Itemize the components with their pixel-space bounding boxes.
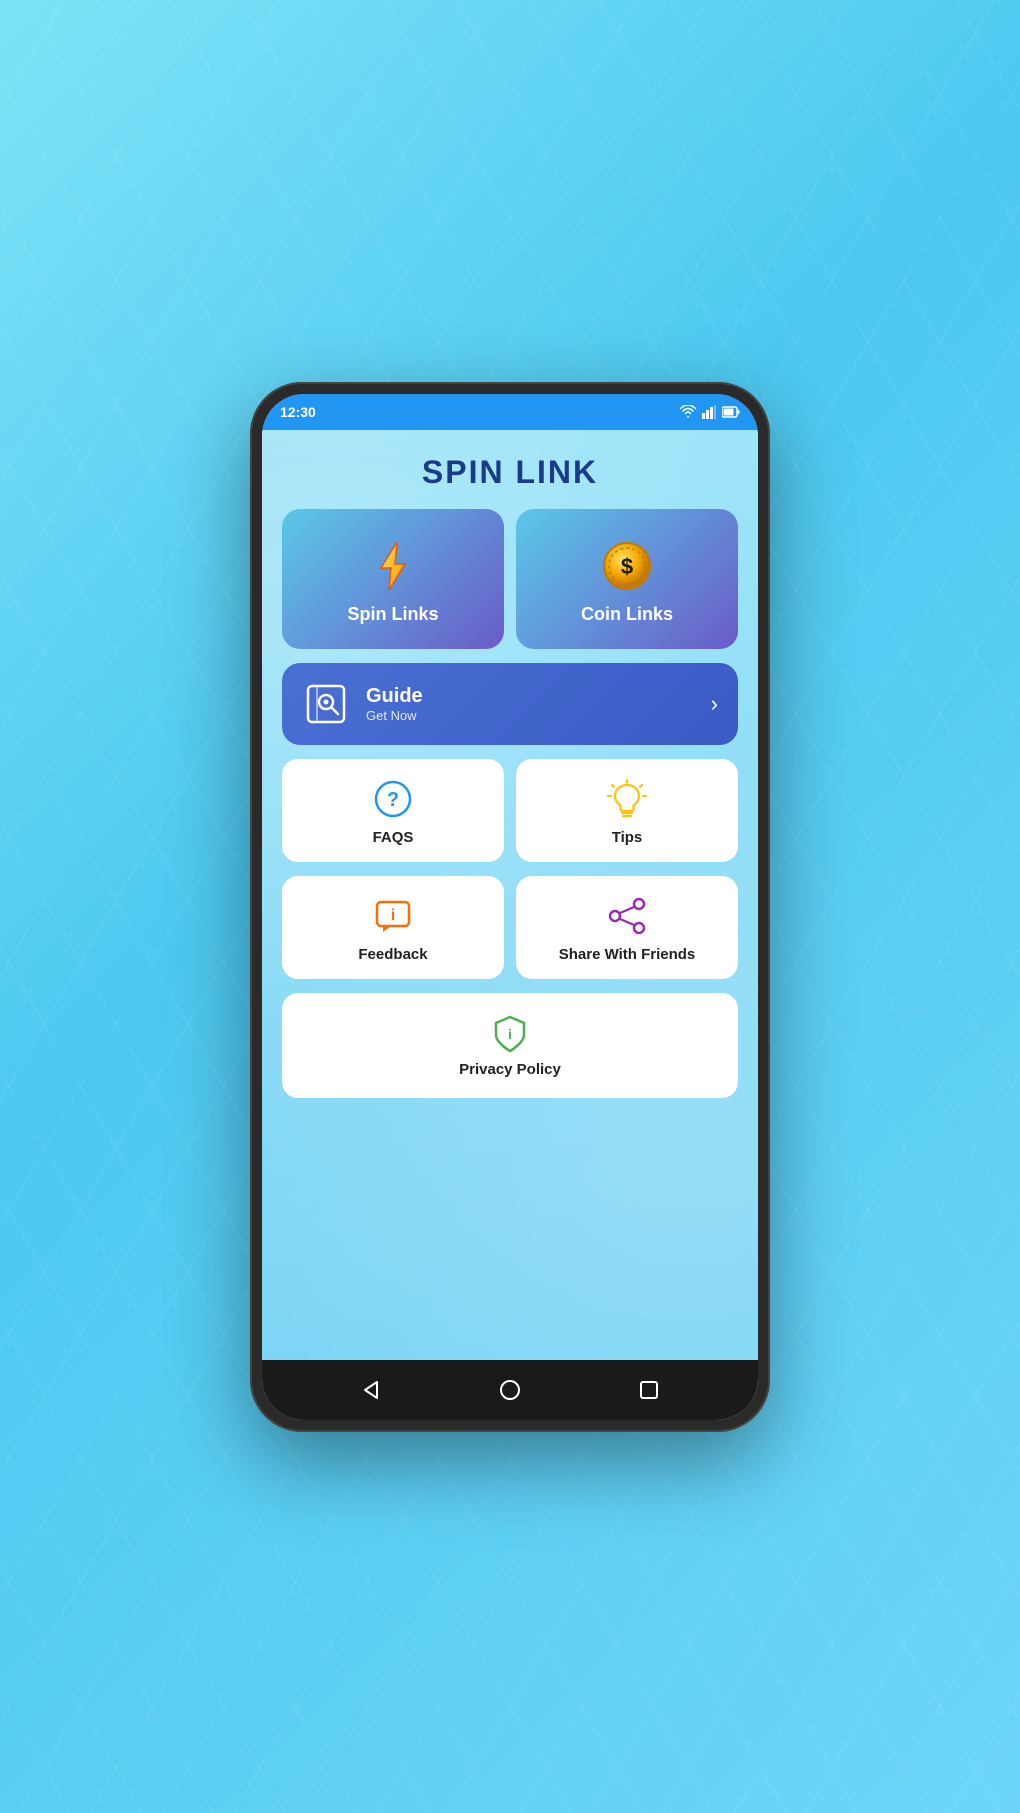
app-title: SPIN LINK — [282, 454, 738, 491]
phone-frame: 12:30 — [250, 382, 770, 1432]
home-circle-icon — [498, 1378, 522, 1402]
tips-label: Tips — [612, 829, 643, 846]
privacy-shield-icon: i — [490, 1013, 530, 1053]
guide-banner[interactable]: Guide Get Now › — [282, 663, 738, 745]
svg-text:$: $ — [621, 554, 633, 579]
share-item[interactable]: Share With Friends — [516, 876, 738, 979]
back-button[interactable] — [353, 1372, 389, 1408]
feedback-item[interactable]: i Feedback — [282, 876, 504, 979]
coin-icon: $ — [599, 538, 655, 594]
bottom-nav-bar — [262, 1360, 758, 1420]
spin-links-card[interactable]: Spin Links — [282, 509, 504, 649]
svg-text:?: ? — [387, 789, 399, 811]
faqs-icon: ? — [373, 779, 413, 819]
guide-title: Guide — [366, 685, 695, 708]
faqs-label: FAQS — [373, 829, 414, 846]
feedback-icon: i — [373, 896, 413, 936]
coin-links-card[interactable]: $ Coin Links — [516, 509, 738, 649]
menu-grid-row2: i Feedback Share With Friend — [282, 876, 738, 979]
back-icon — [359, 1378, 383, 1402]
tips-icon — [607, 779, 647, 819]
home-button[interactable] — [492, 1372, 528, 1408]
menu-grid-row1: ? FAQS — [282, 759, 738, 862]
share-icon — [607, 896, 647, 936]
share-label: Share With Friends — [559, 946, 696, 963]
guide-subtitle: Get Now — [366, 708, 695, 723]
wifi-icon — [680, 405, 696, 419]
page-background: 12:30 — [0, 0, 1020, 1813]
recents-square-icon — [637, 1378, 661, 1402]
privacy-label: Privacy Policy — [459, 1061, 561, 1078]
top-cards-grid: Spin Links — [282, 509, 738, 649]
signal-icon — [702, 405, 716, 419]
recents-button[interactable] — [631, 1372, 667, 1408]
tips-item[interactable]: Tips — [516, 759, 738, 862]
coin-links-label: Coin Links — [581, 604, 673, 625]
guide-text: Guide Get Now — [366, 685, 695, 723]
status-icons — [680, 405, 740, 419]
svg-text:i: i — [508, 1026, 512, 1042]
lightning-icon — [365, 538, 421, 594]
spin-links-label: Spin Links — [347, 604, 438, 625]
guide-arrow-icon: › — [711, 691, 718, 717]
faqs-item[interactable]: ? FAQS — [282, 759, 504, 862]
app-content: SPIN LINK — [262, 430, 758, 1360]
phone-inner: 12:30 — [262, 394, 758, 1420]
battery-icon — [722, 406, 740, 418]
status-time: 12:30 — [280, 404, 680, 420]
guide-book-icon — [302, 680, 350, 728]
feedback-label: Feedback — [358, 946, 427, 963]
privacy-policy-item[interactable]: i Privacy Policy — [282, 993, 738, 1098]
status-bar: 12:30 — [262, 394, 758, 430]
svg-text:i: i — [391, 907, 395, 924]
